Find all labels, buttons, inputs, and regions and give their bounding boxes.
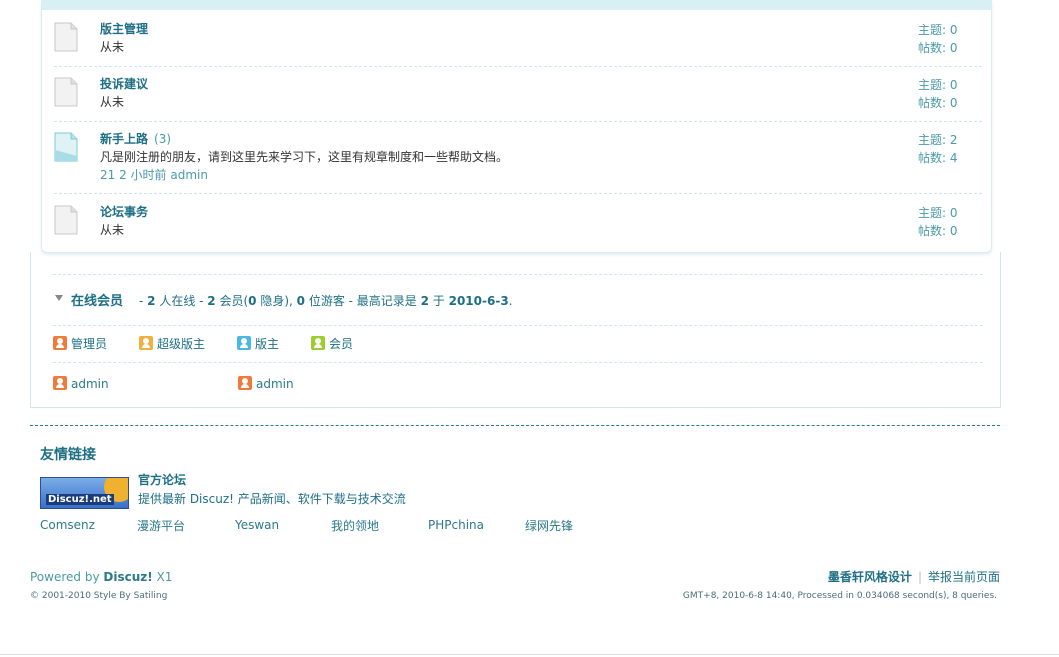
- forum-old-icon: [54, 22, 78, 52]
- online-member[interactable]: admin: [238, 376, 294, 391]
- section-divider: [30, 425, 1000, 426]
- online-stats: - 2 人在线 - 2 会员(0 隐身), 0 位游客 - 最高记录是 2 于 …: [139, 294, 513, 308]
- friend-links-title: 友情链接: [40, 447, 96, 463]
- forum-posts: 帖数: 0: [918, 224, 958, 238]
- admin-user-icon: [53, 376, 67, 390]
- official-forum-desc: 提供最新 Discuz! 产品新闻、软件下载与技术交流: [138, 492, 406, 506]
- forum-row: 投诉建议 从未 主题: 0 帖数: 0: [54, 75, 982, 122]
- legend-member: 会员: [311, 336, 353, 352]
- forum-row: 新手上路 (3) 凡是刚注册的朋友，请到这里先来学习下，这里有规章制度和一些帮助文…: [54, 130, 982, 194]
- online-title[interactable]: 在线会员: [71, 290, 123, 309]
- collapse-triangle-icon[interactable]: [55, 295, 63, 301]
- designer-link[interactable]: 墨香轩风格设计: [828, 570, 912, 584]
- official-forum-link[interactable]: 官方论坛: [138, 471, 186, 488]
- forum-topics: 主题: 0: [918, 78, 958, 92]
- forum-row: 论坛事务 从未 主题: 0 帖数: 0: [54, 203, 982, 243]
- footer-links: 墨香轩风格设计 | 举报当前页面: [828, 568, 1000, 585]
- online-members-section: 在线会员 - 2 人在线 - 2 会员(0 隐身), 0 位游客 - 最高记录是…: [30, 252, 1001, 408]
- forum-topics: 主题: 2: [918, 133, 958, 147]
- logo-text: Discuz!.net: [46, 494, 114, 505]
- forum-stats: 主题: 0 帖数: 0: [918, 21, 958, 57]
- powered-by: Powered by Discuz! X1: [30, 570, 173, 584]
- forum-posts: 帖数: 0: [918, 96, 958, 110]
- admin-user-icon: [238, 376, 252, 390]
- forum-old-icon: [54, 205, 78, 235]
- forum-list-box: 版主管理 从未 主题: 0 帖数: 0 投诉建议 从未 主题: 0 帖数: 0 …: [41, 0, 992, 253]
- group-legend: 管理员 超级版主 版主 会员: [53, 324, 983, 363]
- forum-row: 版主管理 从未 主题: 0 帖数: 0: [54, 20, 982, 67]
- page-stats: GMT+8, 2010-6-8 14:40, Processed in 0.03…: [682, 591, 997, 601]
- forum-last-post: 从未: [100, 40, 125, 54]
- report-page-link[interactable]: 举报当前页面: [928, 570, 1000, 584]
- super-moderator-user-icon: [139, 336, 153, 350]
- bottom-border: [0, 654, 1059, 655]
- moderator-user-icon: [237, 336, 251, 350]
- text-link[interactable]: 绿网先锋: [525, 517, 573, 534]
- forum-stats: 主题: 0 帖数: 0: [918, 204, 958, 240]
- discuz-brand-link[interactable]: Discuz!: [103, 570, 152, 584]
- text-link[interactable]: 漫游平台: [137, 517, 185, 534]
- forum-today-count: (3): [154, 132, 172, 146]
- forum-topics: 主题: 0: [918, 206, 958, 220]
- text-link[interactable]: 我的领地: [331, 517, 379, 534]
- forum-last-post: 从未: [100, 95, 125, 109]
- legend-moderator: 版主: [237, 336, 279, 352]
- online-member-list: admin admin: [53, 370, 983, 394]
- link-separator: |: [917, 570, 922, 584]
- forum-old-icon: [54, 77, 78, 107]
- online-member[interactable]: admin: [53, 376, 109, 391]
- text-link[interactable]: Comsenz: [40, 518, 95, 532]
- legend-admin: 管理员: [53, 336, 107, 352]
- forum-name-link[interactable]: 投诉建议: [100, 75, 148, 92]
- admin-user-icon: [53, 336, 67, 350]
- forum-posts: 帖数: 4: [918, 151, 958, 165]
- forum-name: 新手上路 (3): [100, 130, 171, 147]
- forum-list-header-strip: [42, 0, 991, 10]
- forum-stats: 主题: 2 帖数: 4: [918, 131, 958, 167]
- forum-name-link[interactable]: 论坛事务: [100, 203, 148, 220]
- forum-posts: 帖数: 0: [918, 41, 958, 55]
- copyright: © 2001-2010 Style By Satiling: [30, 591, 168, 601]
- forum-topics: 主题: 0: [918, 23, 958, 37]
- forum-stats: 主题: 0 帖数: 0: [918, 76, 958, 112]
- forum-name-link[interactable]: 新手上路: [100, 132, 148, 146]
- text-link[interactable]: Yeswan: [235, 518, 279, 532]
- legend-super-moderator: 超级版主: [139, 336, 205, 352]
- forum-description: 凡是刚注册的朋友，请到这里先来学习下，这里有规章制度和一些帮助文档。: [100, 150, 509, 164]
- member-user-icon: [311, 336, 325, 350]
- text-link[interactable]: PHPchina: [428, 518, 484, 532]
- forum-name-link[interactable]: 版主管理: [100, 20, 148, 37]
- forum-new-icon: [54, 132, 78, 162]
- forum-last-post: 从未: [100, 223, 125, 237]
- discuz-logo-link[interactable]: Discuz!.net: [40, 477, 129, 509]
- forum-last-post-link[interactable]: 21 2 小时前 admin: [100, 166, 208, 183]
- online-header: 在线会员 - 2 人在线 - 2 会员(0 隐身), 0 位游客 - 最高记录是…: [53, 274, 983, 326]
